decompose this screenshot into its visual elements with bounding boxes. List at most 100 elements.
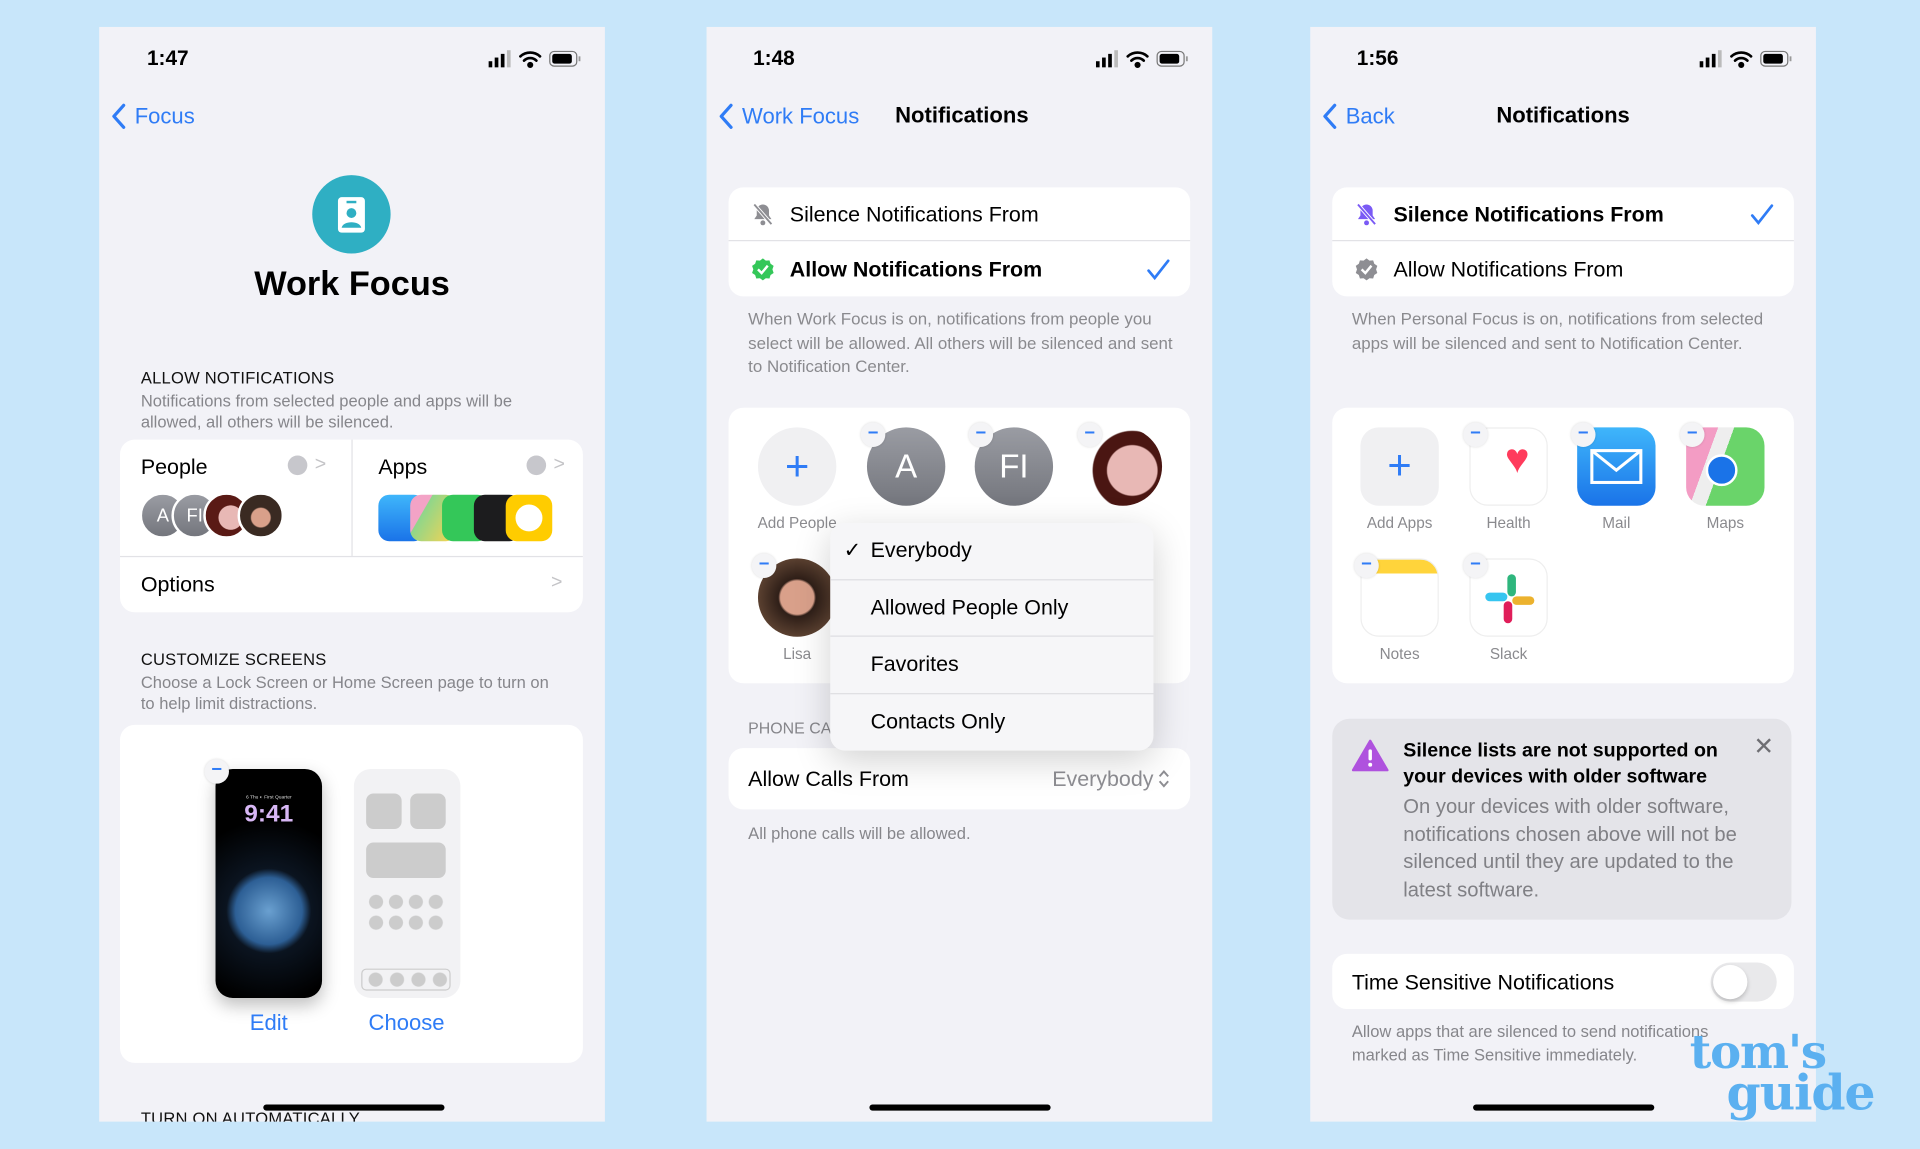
- menu-item-label: Contacts Only: [870, 709, 1006, 734]
- edit-button[interactable]: Edit: [216, 1010, 323, 1036]
- app-label: Maps: [1706, 514, 1745, 532]
- status-time: 1:47: [146, 46, 189, 70]
- allow-card: People > A FI Apps > Options >: [120, 439, 583, 613]
- app-label: Slack: [1489, 645, 1528, 663]
- remove-button[interactable]: −: [1077, 422, 1103, 447]
- lock-date: 6 Thu ◐ First Quarter: [245, 793, 292, 800]
- time-sensitive-label: Time Sensitive Notifications: [1351, 969, 1615, 995]
- phone-calls-heading: PHONE CA: [748, 718, 832, 738]
- customize-screens-heading: CUSTOMIZE SCREENS: [140, 650, 327, 669]
- menu-item-label: Allowed People Only: [870, 594, 1069, 620]
- watermark-logo: tom's guide: [1690, 1028, 1876, 1122]
- chevron-right-icon: >: [314, 454, 327, 476]
- calls-dropdown-menu: ✓ Everybody Allowed People Only Favorite…: [830, 522, 1154, 751]
- checkmark-icon: ✓: [843, 538, 862, 562]
- silence-option[interactable]: Silence Notifications From: [1332, 187, 1794, 242]
- signal-icon: [488, 50, 511, 68]
- silence-label: Silence Notifications From: [789, 202, 1039, 227]
- close-button[interactable]: ✕: [1753, 731, 1774, 762]
- silence-label: Silence Notifications From: [1393, 202, 1664, 227]
- id-badge-icon: [337, 197, 365, 233]
- add-people-button[interactable]: +: [757, 427, 837, 506]
- menu-item-label: Everybody: [870, 537, 972, 563]
- mode-card: Silence Notifications From Allow Notific…: [1332, 187, 1794, 297]
- focus-icon-circle: [312, 175, 391, 254]
- home-indicator[interactable]: [869, 1104, 1051, 1111]
- warning-banner: Silence lists are not supported on your …: [1332, 718, 1792, 920]
- home-indicator[interactable]: [263, 1104, 445, 1111]
- allow-label: Allow Notifications From: [1393, 257, 1624, 282]
- people-button[interactable]: People > A FI: [120, 440, 351, 556]
- people-label: People: [140, 454, 208, 479]
- bell-slash-icon: [1356, 203, 1377, 226]
- badge-check-icon: [1355, 258, 1378, 281]
- remove-button[interactable]: −: [1680, 422, 1705, 447]
- status-icons: [1095, 50, 1188, 68]
- remove-button[interactable]: −: [968, 422, 994, 447]
- customize-screens-desc: Choose a Lock Screen or Home Screen page…: [140, 673, 549, 713]
- app-label: Add Apps: [1366, 514, 1433, 532]
- customize-card: 6 Thu ◐ First Quarter 9:41 − Edit Choose: [120, 724, 583, 1063]
- status-time: 1:56: [1356, 46, 1399, 70]
- menu-item-favorites[interactable]: Favorites: [830, 637, 1154, 694]
- calls-value: Everybody: [1052, 766, 1154, 792]
- allow-label: Allow Notifications From: [789, 257, 1043, 282]
- options-button[interactable]: Options >: [120, 557, 583, 612]
- wifi-icon: [519, 51, 542, 68]
- checkmark-icon: [1750, 204, 1774, 225]
- signal-icon: [1699, 50, 1722, 68]
- remove-button[interactable]: −: [1571, 422, 1596, 447]
- back-button[interactable]: Work Focus: [718, 103, 860, 130]
- home-indicator[interactable]: [1473, 1104, 1655, 1111]
- signal-icon: [1095, 50, 1118, 68]
- home-screen-preview[interactable]: [353, 768, 461, 998]
- apps-card: + Add Apps ♥ − Health − Mail − Maps − No…: [1332, 407, 1794, 684]
- warning-title: Silence lists are not supported on your …: [1403, 740, 1718, 788]
- badge-check-icon: [526, 455, 547, 476]
- battery-icon: [1760, 50, 1792, 67]
- lock-screen-preview[interactable]: 6 Thu ◐ First Quarter 9:41: [215, 768, 323, 998]
- screen-notifications-allow: 1:48 Work Focus Notifications Silence No…: [706, 26, 1213, 1122]
- wifi-icon: [1126, 51, 1149, 68]
- chevron-left-icon: [719, 103, 733, 129]
- remove-button[interactable]: −: [751, 553, 777, 578]
- screen-notifications-silence: 1:56 Back Notifications Silence Notifica…: [1310, 26, 1816, 1122]
- allow-option[interactable]: Allow Notifications From: [729, 242, 1191, 296]
- allow-option[interactable]: Allow Notifications From: [1332, 242, 1794, 296]
- apps-button[interactable]: Apps >: [353, 440, 583, 556]
- apps-label: Apps: [378, 454, 428, 479]
- time-sensitive-toggle[interactable]: [1710, 962, 1777, 1002]
- menu-item-allowed-people-only[interactable]: Allowed People Only: [830, 580, 1154, 637]
- wifi-icon: [1730, 51, 1753, 68]
- add-apps-button[interactable]: +: [1360, 427, 1439, 506]
- silence-option[interactable]: Silence Notifications From: [728, 187, 1191, 242]
- back-label: Work Focus: [742, 103, 860, 128]
- app-label: Health: [1486, 514, 1531, 532]
- turn-on-automatically-heading: TURN ON AUTOMATICALLY: [140, 1109, 360, 1122]
- allow-calls-select[interactable]: Allow Calls From Everybody: [728, 748, 1191, 810]
- chevron-right-icon: >: [551, 571, 563, 593]
- menu-item-contacts-only[interactable]: Contacts Only: [830, 694, 1153, 751]
- menu-item-label: Favorites: [870, 651, 959, 677]
- bell-slash-icon: [752, 203, 773, 226]
- status-icons: [488, 50, 581, 68]
- avatar-photo: [237, 492, 285, 539]
- choose-button[interactable]: Choose: [345, 1010, 467, 1036]
- badge-check-icon: [752, 258, 774, 281]
- chevron-right-icon: >: [553, 454, 565, 476]
- back-button[interactable]: Focus: [110, 103, 195, 130]
- remove-button[interactable]: −: [1463, 422, 1488, 447]
- mode-desc: When Work Focus is on, notifications fro…: [748, 309, 1173, 376]
- watermark-line2: guide: [1726, 1064, 1876, 1122]
- menu-item-everybody[interactable]: ✓ Everybody: [830, 523, 1154, 580]
- remove-button[interactable]: −: [860, 422, 886, 447]
- remove-button[interactable]: −: [1354, 553, 1379, 578]
- battery-icon: [549, 50, 581, 67]
- time-sensitive-row: Time Sensitive Notifications: [1332, 953, 1794, 1009]
- remove-button[interactable]: −: [204, 759, 229, 784]
- app-label: Mail: [1602, 514, 1631, 532]
- calls-desc: All phone calls will be allowed.: [748, 824, 971, 843]
- remove-button[interactable]: −: [1463, 553, 1488, 578]
- checkmark-icon: [1147, 259, 1170, 281]
- nav-title: Notifications: [895, 102, 1029, 128]
